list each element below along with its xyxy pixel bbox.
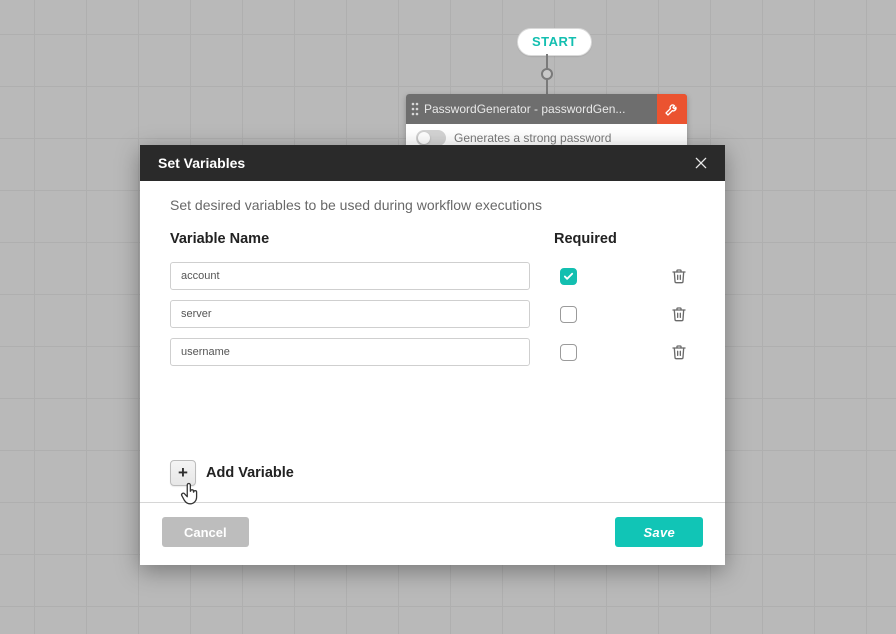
variable-name-input[interactable] — [170, 338, 530, 366]
column-header-required: Required — [536, 231, 646, 247]
set-variables-modal: Set Variables Set desired variables to b… — [140, 145, 725, 565]
modal-description: Set desired variables to be used during … — [170, 197, 695, 213]
modal-title: Set Variables — [158, 155, 689, 171]
close-button[interactable] — [689, 151, 713, 175]
variable-row — [170, 295, 695, 333]
modal-header: Set Variables — [140, 145, 725, 181]
close-icon — [693, 155, 709, 171]
add-variable-row: + Add Variable — [170, 460, 695, 502]
variable-row — [170, 257, 695, 295]
cancel-button[interactable]: Cancel — [162, 517, 249, 547]
trash-icon — [671, 267, 687, 285]
required-checkbox[interactable] — [560, 268, 577, 285]
required-checkbox[interactable] — [560, 344, 577, 361]
variable-row — [170, 333, 695, 371]
workflow-canvas[interactable]: START PasswordGenerator - passwordGen...… — [0, 0, 896, 634]
plus-icon: + — [178, 463, 188, 483]
delete-variable-button[interactable] — [671, 267, 689, 285]
save-button[interactable]: Save — [615, 517, 703, 547]
delete-variable-button[interactable] — [671, 305, 689, 323]
modal-footer: Cancel Save — [140, 502, 725, 565]
column-header-name: Variable Name — [170, 231, 536, 247]
trash-icon — [671, 305, 687, 323]
add-variable-label: Add Variable — [206, 465, 294, 481]
required-checkbox[interactable] — [560, 306, 577, 323]
variable-name-input[interactable] — [170, 300, 530, 328]
trash-icon — [671, 343, 687, 361]
table-header-row: Variable Name Required — [170, 231, 695, 247]
add-variable-button[interactable]: + — [170, 460, 196, 486]
delete-variable-button[interactable] — [671, 343, 689, 361]
modal-overlay: Set Variables Set desired variables to b… — [0, 0, 896, 634]
modal-content: Set desired variables to be used during … — [140, 181, 725, 502]
variable-name-input[interactable] — [170, 262, 530, 290]
variables-list — [170, 257, 695, 371]
